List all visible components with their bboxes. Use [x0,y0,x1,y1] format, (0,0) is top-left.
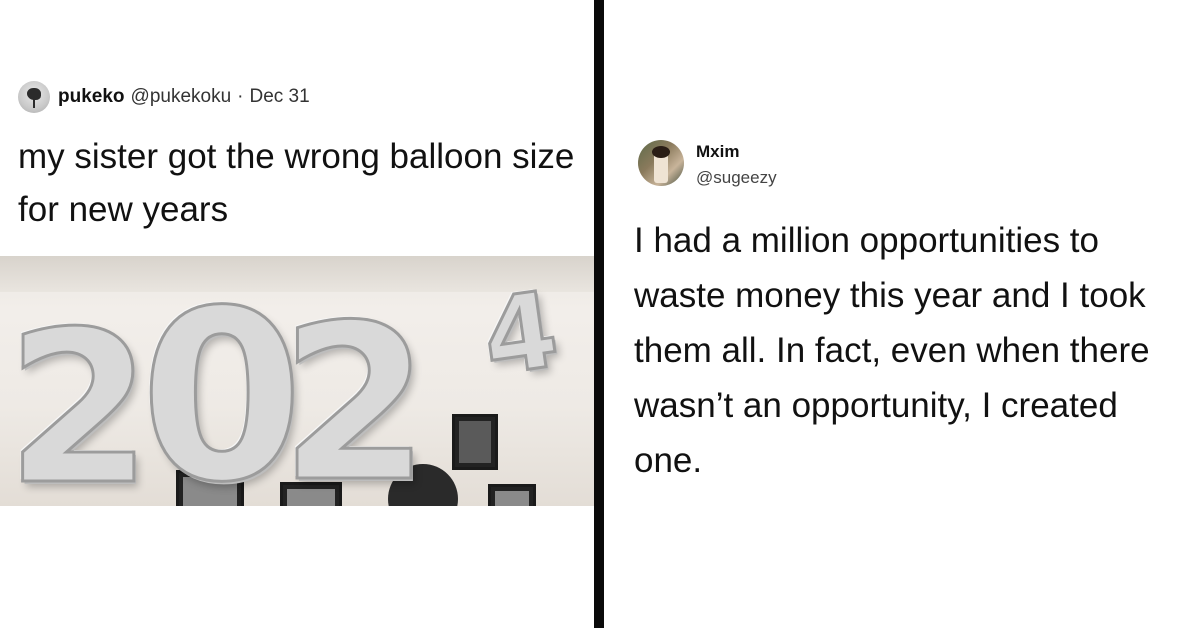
tweet-text: my sister got the wrong balloon size for… [18,137,575,229]
tweet-header: pukeko @pukekoku · Dec 31 [18,80,310,114]
balloon-digit: 2 [279,278,432,507]
tweet-date[interactable]: Dec 31 [249,86,309,108]
left-tweet-panel: pukeko @pukekoku · Dec 31 my sister got … [0,0,594,628]
author-handle[interactable]: @sugeezy [696,168,777,188]
avatar[interactable] [18,81,50,113]
author-name[interactable]: pukeko [58,86,125,108]
balloon-digit: 2 [4,286,153,506]
separator-dot: · [237,86,244,107]
balloon-digit-small: 4 [474,267,566,401]
author-handle[interactable]: @pukekoku [131,86,232,108]
author-name[interactable]: Mxim [696,142,739,162]
tweet-photo[interactable]: 2 0 2 4 [0,256,594,506]
picture-frame [452,414,498,470]
right-tweet-panel: Mxim @sugeezy I had a million opportunit… [604,0,1200,628]
tweet-text: I had a million opportunities to waste m… [634,221,1150,480]
panel-divider [594,0,604,628]
picture-frame [488,484,536,506]
avatar[interactable] [638,140,684,186]
balloon-digit: 0 [139,261,306,507]
